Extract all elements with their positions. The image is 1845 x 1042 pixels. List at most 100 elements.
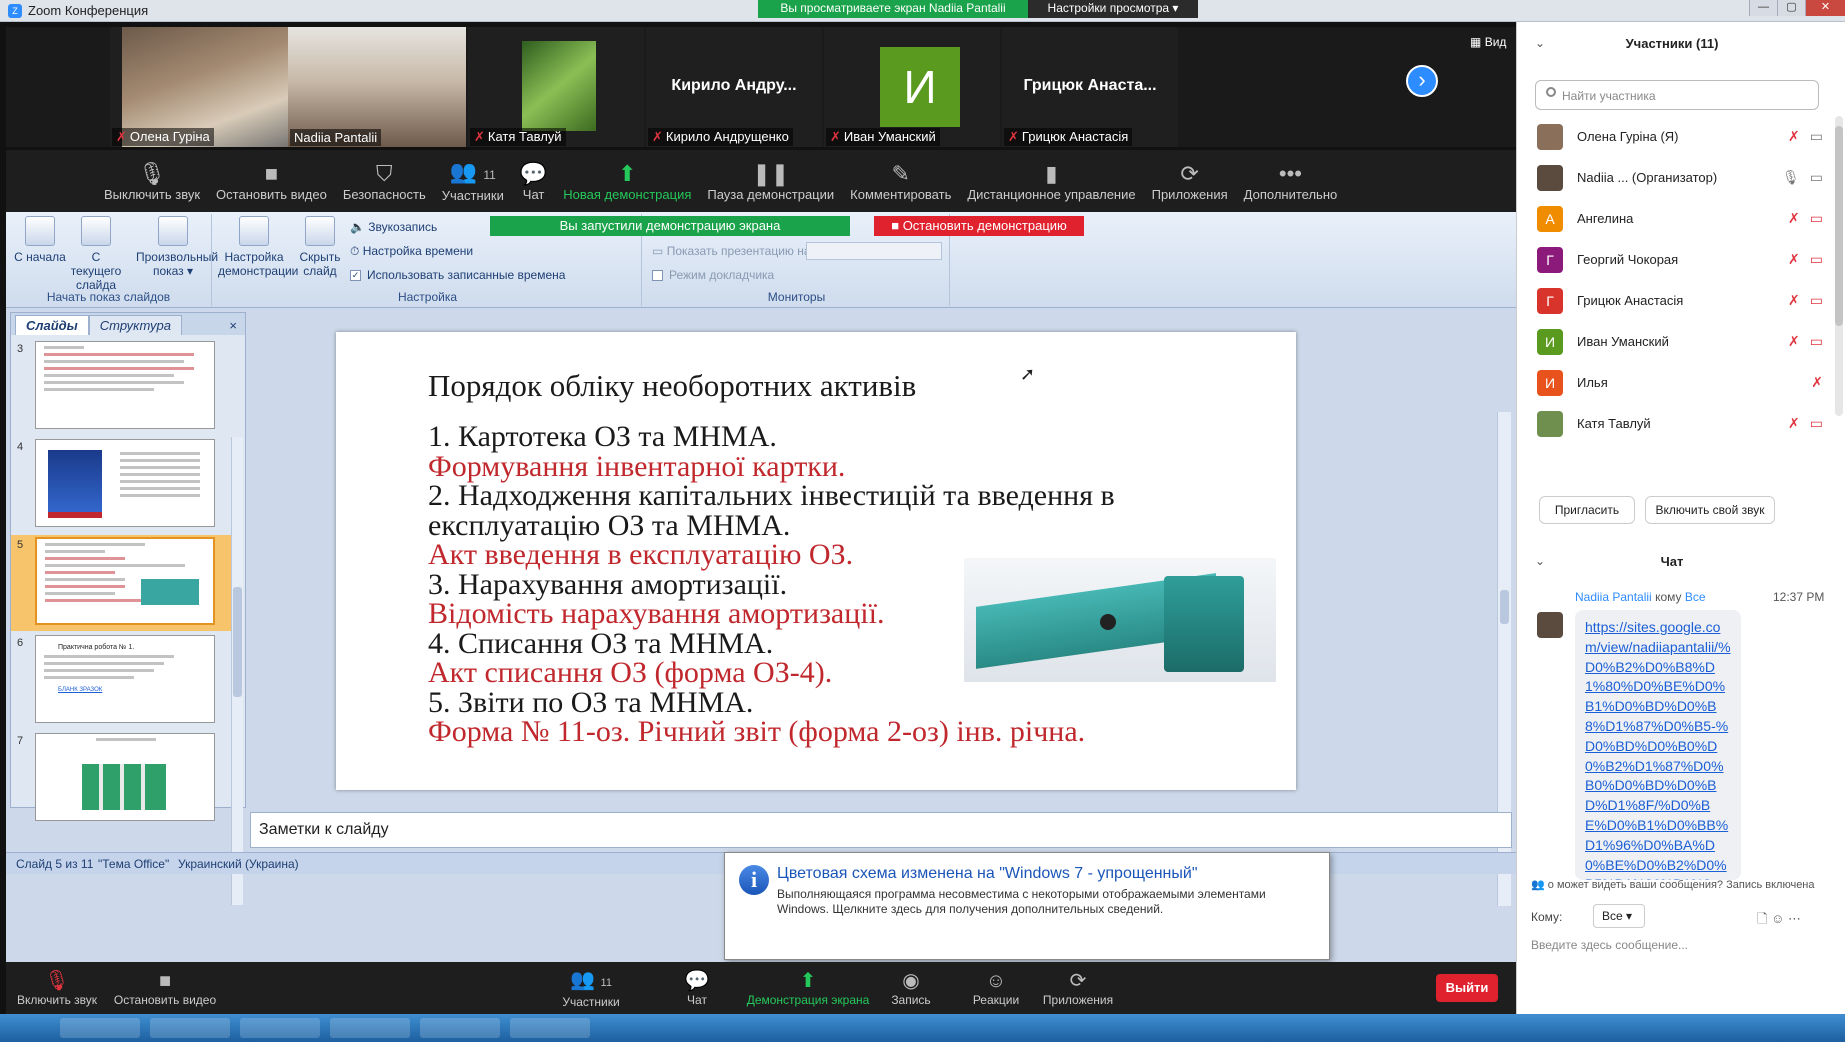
mute-button[interactable]: 🎙 Выключить звук	[96, 150, 208, 212]
scrollbar-thumb[interactable]	[1500, 590, 1509, 624]
participant-row[interactable]: Nadiia ... (Организатор) 🎙 ▭	[1517, 157, 1835, 198]
video-tile[interactable]: И ✗ Иван Уманский	[824, 27, 1000, 147]
language-indicator[interactable]: Украинский (Украина)	[178, 857, 299, 871]
video-tile[interactable]: Кирило Андру... ✗ Кирило Андрущенко	[646, 27, 822, 147]
from-current-button[interactable]: С текущего слайда	[68, 216, 124, 292]
theme-name[interactable]: "Тема Office"	[98, 857, 169, 871]
group-title: Мониторы	[767, 290, 826, 304]
setup-show-button[interactable]: Настройка демонстрации	[218, 216, 298, 278]
participant-row[interactable]: Г Георгий Чокорая ✗ ▭	[1517, 239, 1835, 280]
current-slide[interactable]: Порядок обліку необоротних активів 1. Ка…	[336, 332, 1296, 790]
scrollbar-thumb[interactable]	[233, 587, 242, 697]
participants-button[interactable]: 👥 11 Участники	[434, 150, 512, 212]
notes-pane[interactable]: Заметки к слайду	[250, 812, 1512, 848]
taskbar-button[interactable]	[510, 1018, 590, 1038]
recipient-select[interactable]: Все ▾	[1593, 904, 1645, 928]
close-button[interactable]: ✕	[1805, 0, 1845, 16]
who-can-see-notice[interactable]: 👥 о может видеть ваши сообщения? Запись …	[1531, 878, 1843, 891]
mic-muted-icon: ✗	[1008, 129, 1019, 144]
hide-slide-button[interactable]: Скрыть слайд	[296, 216, 344, 278]
taskbar-button[interactable]	[240, 1018, 320, 1038]
next-page-button[interactable]: ›	[1406, 65, 1438, 97]
windows-notification-balloon[interactable]: i Цветовая схема изменена на "Windows 7 …	[724, 852, 1330, 960]
chat-message-input[interactable]: Введите здесь сообщение...	[1531, 938, 1688, 952]
stop-video-button[interactable]: ■ Остановить видео	[208, 150, 335, 212]
participant-row[interactable]: И Илья ✗	[1517, 362, 1835, 403]
participant-row[interactable]: И Иван Уманский ✗ ▭	[1517, 321, 1835, 362]
chat-link[interactable]: https://sites.google.com/view/nadiiapant…	[1585, 619, 1731, 880]
reactions-button[interactable]: ☺ Реакции	[966, 962, 1026, 1014]
tab-slides[interactable]: Слайды	[15, 315, 89, 335]
video-tile[interactable]: ✗ Олена Гуріна	[110, 27, 318, 147]
security-button[interactable]: ⛉ Безопасность	[335, 150, 434, 212]
tile-name: ✗ Катя Тавлуй	[470, 128, 566, 146]
more-dots-icon: •••	[1278, 160, 1303, 186]
file-icon[interactable]: 🗋	[1757, 911, 1767, 926]
participant-search-input[interactable]: Найти участника	[1535, 80, 1819, 110]
view-button[interactable]: ▦ Вид	[1470, 35, 1506, 49]
apps-button[interactable]: ⟳ Приложения	[1036, 962, 1120, 1014]
viewing-share-banner: Вы просматриваете экран Nadiia Pantalii	[758, 0, 1028, 18]
slide-thumbnail[interactable]: 3	[11, 339, 231, 435]
unmute-me-button[interactable]: Включить свой звук	[1645, 496, 1775, 524]
participants-button[interactable]: 👥 11 Участники	[556, 962, 626, 1014]
new-share-button[interactable]: ⬆ Новая демонстрация	[555, 150, 699, 212]
share-screen-button[interactable]: ⬆ Демонстрация экрана	[738, 962, 878, 1014]
slide-thumbnail[interactable]: 7	[11, 731, 231, 827]
annotate-button[interactable]: ✎ Комментировать	[842, 150, 959, 212]
custom-show-button[interactable]: Произвольный показ ▾	[136, 216, 218, 278]
balloon-text: Выполняющаяся программа несовместима с н…	[777, 887, 1266, 916]
monitor-select[interactable]	[806, 242, 942, 260]
leave-button[interactable]: Выйти	[1436, 974, 1498, 1002]
more-button[interactable]: ••• Дополнительно	[1236, 150, 1346, 212]
participant-name: Иван Уманский	[1577, 334, 1669, 349]
maximize-button[interactable]: ▢	[1777, 0, 1805, 16]
view-options-dropdown[interactable]: Настройки просмотра ▾	[1028, 0, 1198, 18]
slide-number: 5	[17, 539, 24, 551]
remote-control-button[interactable]: ▮ Дистанционное управление	[959, 150, 1143, 212]
taskbar-button[interactable]	[150, 1018, 230, 1038]
share-status-bar: Вы запустили демонстрацию экрана	[490, 216, 850, 236]
record-narration-button[interactable]: 🔈 Звукозапись	[350, 220, 437, 234]
rehearse-timings-button[interactable]: ⏱ Настройка времени	[350, 244, 473, 259]
invite-button[interactable]: Пригласить	[1539, 496, 1635, 524]
chat-button[interactable]: 💬 Чат	[672, 962, 722, 1014]
more-dots-icon[interactable]: ⋯	[1788, 911, 1801, 926]
unmute-button[interactable]: 🎙 Включить звук	[12, 962, 102, 1014]
chat-button[interactable]: 💬 Чат	[512, 150, 555, 212]
microphone-icon: 🎙	[138, 160, 166, 186]
participants-scrollbar[interactable]	[1835, 116, 1843, 416]
stop-video-button[interactable]: ■ Остановить видео	[112, 962, 218, 1014]
slide-thumbnail[interactable]: 4	[11, 437, 231, 533]
camera-icon: ■	[264, 160, 279, 186]
powerpoint-window: С начала С текущего слайда Произвольный …	[6, 212, 1516, 962]
participant-row[interactable]: Г Грицюк Анастасія ✗ ▭	[1517, 280, 1835, 321]
pause-share-button[interactable]: ❚❚ Пауза демонстрации	[699, 150, 842, 212]
participant-row[interactable]: Катя Тавлуй ✗ ▭	[1517, 403, 1835, 442]
mic-muted-icon: ✗	[1788, 128, 1800, 144]
tab-outline[interactable]: Структура	[88, 315, 182, 335]
use-timings-checkbox[interactable]: ✓ Использовать записанные времена	[350, 268, 565, 282]
slide-thumbnail-selected[interactable]: 5	[11, 535, 231, 631]
scrollbar-thumb[interactable]	[1835, 126, 1843, 326]
apps-button[interactable]: ⟳ Приложения	[1144, 150, 1236, 212]
participant-row[interactable]: Олена Гуріна (Я) ✗ ▭	[1517, 116, 1835, 157]
slides-pane-scrollbar[interactable]	[231, 437, 243, 905]
close-pane-button[interactable]: ×	[221, 316, 245, 335]
video-tile[interactable]: ✗ Катя Тавлуй	[468, 27, 644, 147]
minimize-button[interactable]: —	[1749, 0, 1777, 16]
slide-thumbnail[interactable]: 6 Практична робота № 1. БЛАНК ЗРАЗОК	[11, 633, 231, 729]
video-tile-active-speaker[interactable]: Nadiia Pantalii	[288, 27, 466, 147]
clock-icon: ⏱	[350, 244, 360, 258]
stop-share-button[interactable]: ■ Остановить демонстрацию	[874, 216, 1084, 236]
taskbar-button[interactable]	[420, 1018, 500, 1038]
taskbar-button[interactable]	[60, 1018, 140, 1038]
participant-name: Илья	[1577, 375, 1608, 390]
emoji-icon[interactable]: ☺	[1771, 911, 1784, 926]
presenter-view-checkbox[interactable]: Режим докладчика	[652, 268, 774, 282]
taskbar-button[interactable]	[330, 1018, 410, 1038]
from-start-button[interactable]: С начала	[12, 216, 68, 264]
video-tile[interactable]: Грицюк Анаста... ✗ Грицюк Анастасія	[1002, 27, 1178, 147]
participant-row[interactable]: А Ангелина ✗ ▭	[1517, 198, 1835, 239]
record-button[interactable]: ◉ Запись	[886, 962, 936, 1014]
